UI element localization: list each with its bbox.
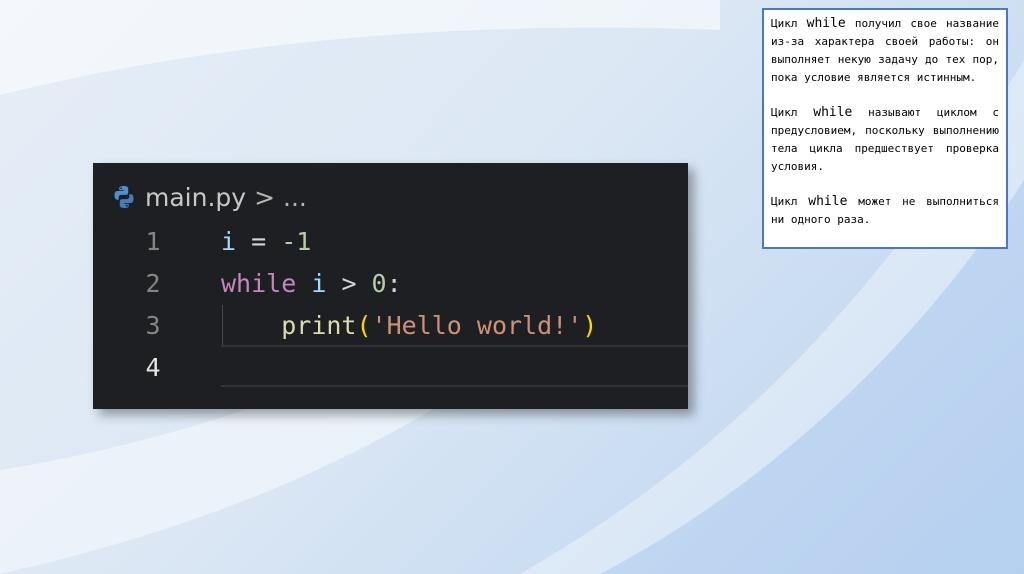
- info-paragraph-1: Цикл while получил свое название из-за х…: [771, 15, 999, 87]
- paren-close: ): [582, 311, 598, 340]
- breadcrumb-file[interactable]: main.py: [145, 183, 246, 212]
- python-icon: [114, 186, 134, 208]
- line-number: 2: [145, 269, 161, 298]
- colon-token: :: [386, 269, 402, 298]
- info-text-box: Цикл while получил свое название из-за х…: [762, 8, 1008, 249]
- slide-background: main.py > ... 1 i = -1 2 while i > 0: 3 …: [0, 0, 1024, 574]
- code-line-1[interactable]: 1 i = -1: [93, 221, 688, 263]
- line-number: 3: [145, 311, 161, 340]
- line-number-active: 4: [145, 353, 161, 382]
- keyword-while: while: [806, 16, 846, 31]
- variable-token: i: [311, 269, 327, 298]
- breadcrumb[interactable]: main.py > ...: [111, 181, 307, 213]
- operator-token: >: [326, 269, 372, 298]
- keyword-while: while: [808, 194, 848, 209]
- code-line-2[interactable]: 2 while i > 0:: [93, 263, 688, 305]
- code-editor: main.py > ... 1 i = -1 2 while i > 0: 3 …: [93, 163, 688, 409]
- current-line-highlight: [221, 345, 688, 387]
- number-token: -1: [281, 227, 312, 256]
- indent-guide: [222, 305, 223, 345]
- variable-token: i: [221, 227, 237, 256]
- function-token: print: [281, 311, 357, 340]
- info-paragraph-3: Цикл while может не выполниться ни одног…: [771, 193, 999, 229]
- line-number: 1: [145, 227, 161, 256]
- code-line-3[interactable]: 3 print('Hello world!'): [93, 305, 688, 347]
- paren-open: (: [356, 311, 372, 340]
- code-text: while i > 0:: [221, 263, 402, 305]
- keyword-while: while: [813, 105, 853, 120]
- keyword-token: while: [221, 269, 297, 298]
- text: Цикл: [771, 17, 807, 30]
- text: Цикл: [771, 106, 814, 119]
- string-token: 'Hello world!': [371, 311, 583, 340]
- code-text: i = -1: [221, 221, 311, 263]
- operator-token: =: [236, 227, 282, 256]
- text: Цикл: [771, 195, 809, 208]
- number-token: 0: [371, 269, 387, 298]
- code-text: print('Hello world!'): [221, 305, 597, 347]
- info-paragraph-2: Цикл while называют циклом с предусловие…: [771, 104, 999, 176]
- breadcrumb-more[interactable]: ...: [283, 183, 307, 212]
- breadcrumb-separator: >: [254, 182, 276, 212]
